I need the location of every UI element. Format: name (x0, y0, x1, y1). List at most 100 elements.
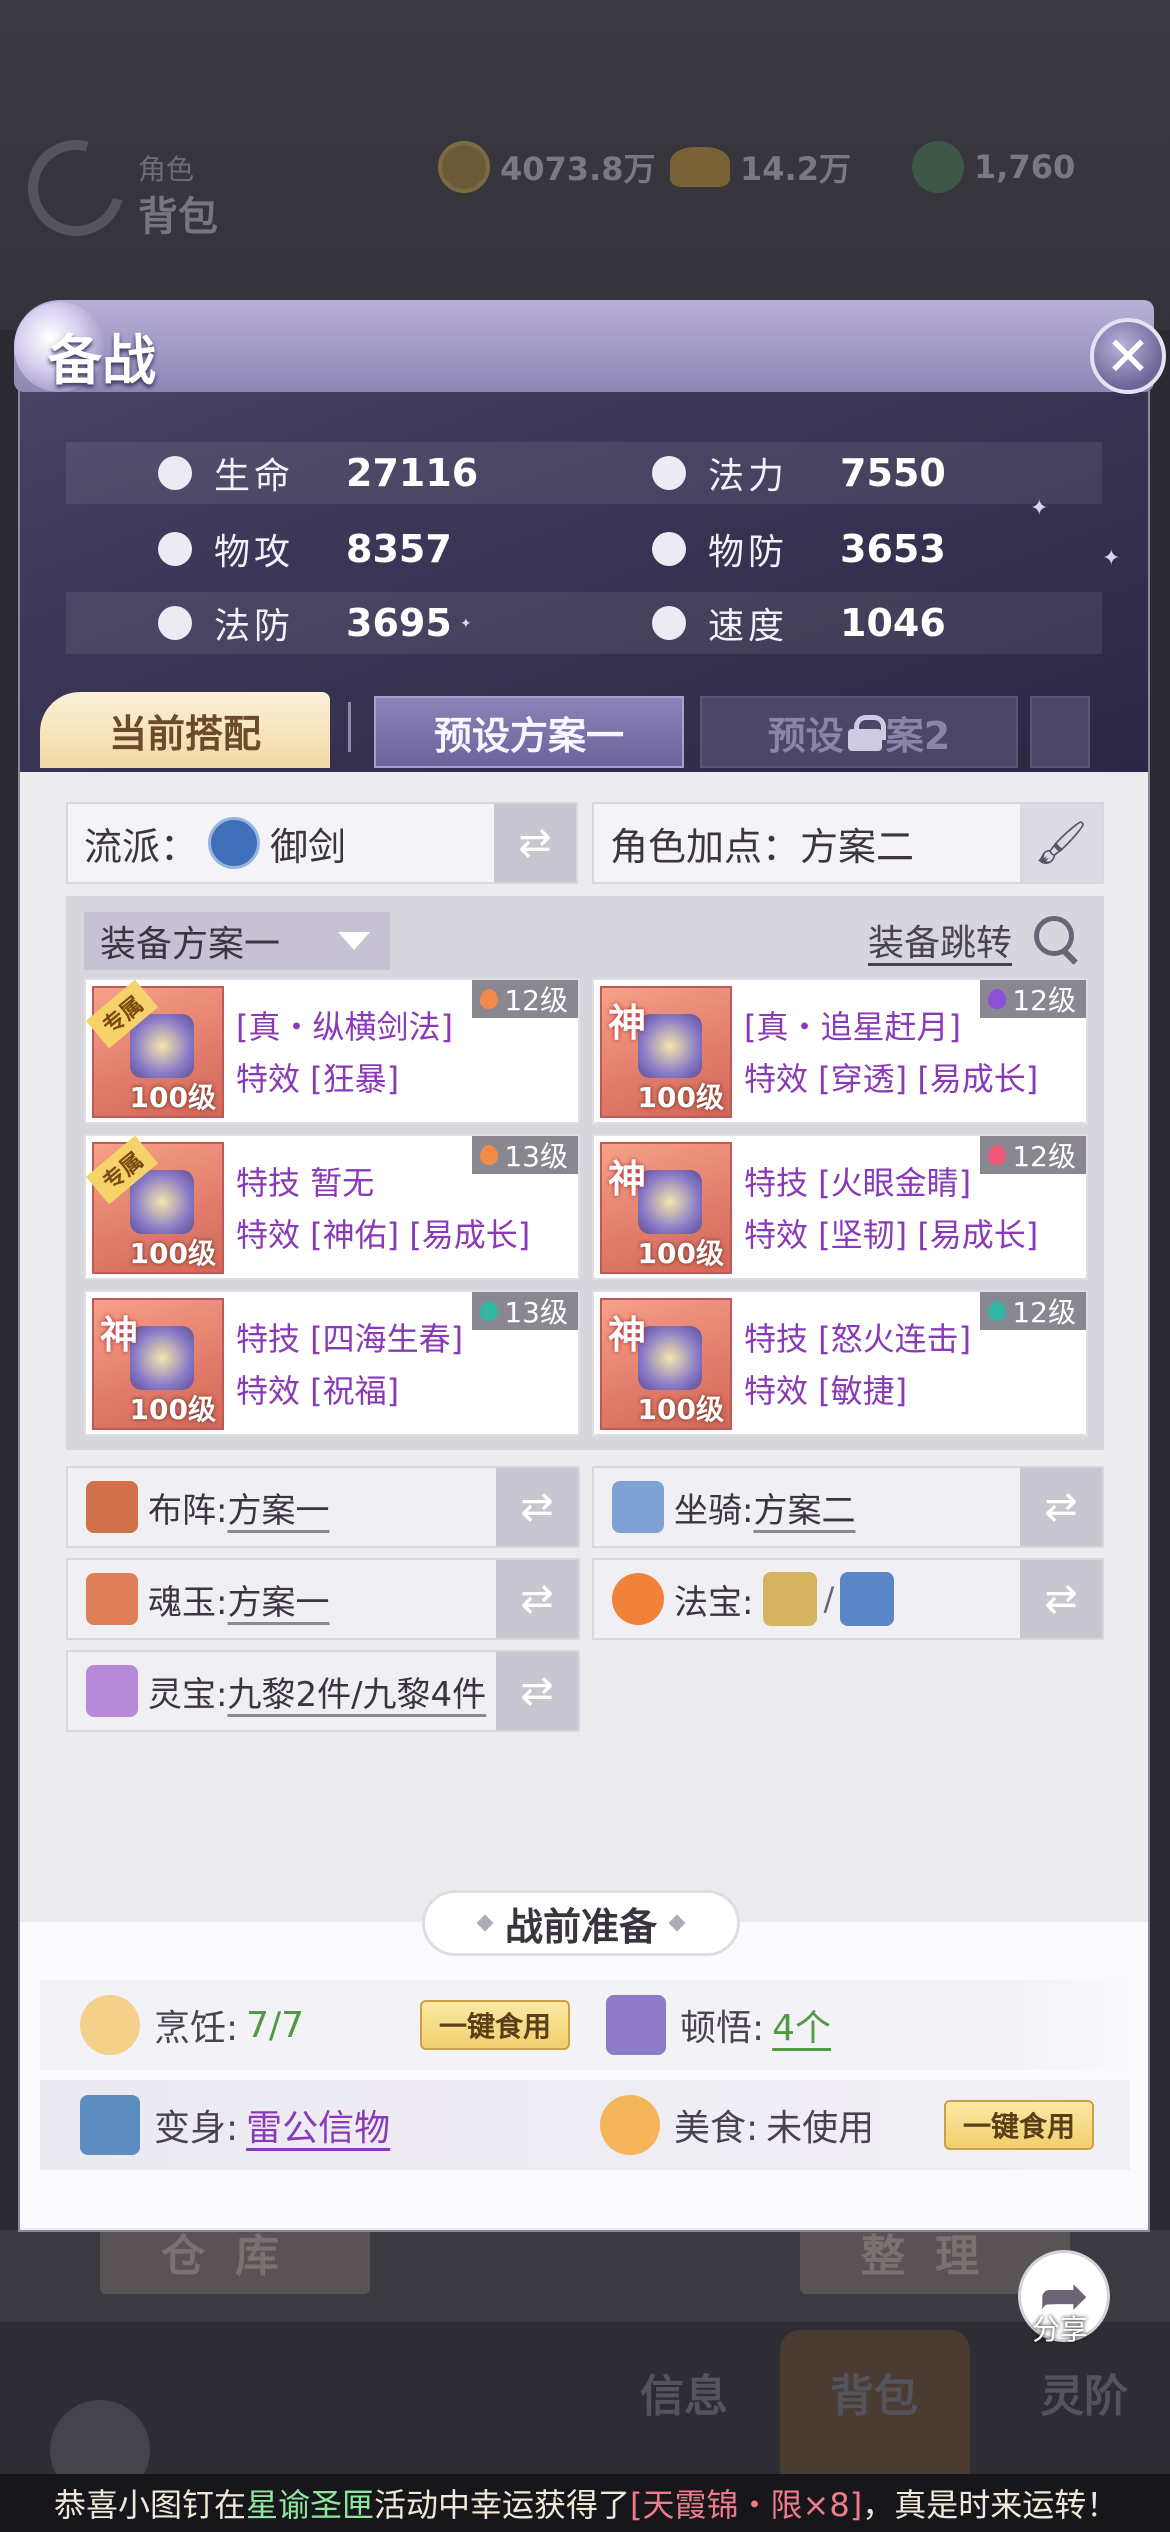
gem-level-badge: 12级 (980, 1292, 1086, 1330)
spirit-switch-button[interactable]: ⇄ (496, 1652, 578, 1730)
bg-title-big: 背包 (138, 194, 218, 240)
tab-more[interactable] (1030, 696, 1090, 768)
stat-patk: 物攻 8357 (158, 518, 452, 580)
formation-row: 布阵: 方案一 ⇄ (66, 1466, 580, 1548)
swap-icon: ⇄ (520, 1576, 554, 1622)
swap-icon: ⇄ (1044, 1576, 1078, 1622)
equipment-slot-5[interactable]: 神 100级 13级 特技 [四海生春] 特效 [祝福] (84, 1290, 580, 1436)
cooking-item: 烹饪: 7/7 (80, 1980, 304, 2070)
tab-preset-1[interactable]: 预设方案一 (374, 696, 684, 768)
attribute-points-row: 角色加点： 方案二 🖌 (592, 802, 1104, 884)
search-icon[interactable] (1034, 916, 1074, 956)
coin-icon (438, 141, 490, 193)
magic-shield-icon (158, 606, 192, 640)
tab-preset-2[interactable]: 预设 案2 (700, 696, 1018, 768)
equipment-slot-6[interactable]: 神 100级 12级 特技 [怒火连击] 特效 [敏捷] (592, 1290, 1088, 1436)
sparkle-icon: ✦ (1102, 546, 1121, 571)
soul-jade-switch-button[interactable]: ⇄ (496, 1560, 578, 1638)
prep-title: 战前准备 (422, 1890, 740, 1956)
gem-icon (988, 1145, 1007, 1165)
treasure-row: 法宝: / ⇄ (592, 1558, 1104, 1640)
eat-food-button[interactable]: 一键食用 (944, 2100, 1094, 2150)
bg-title-small: 角色 (138, 153, 195, 186)
fire-treasure-icon (612, 1573, 664, 1625)
transform-item: 变身: 雷公信物 (80, 2080, 390, 2170)
swap-icon: ⇄ (518, 820, 552, 866)
soul-jade-value[interactable]: 方案一 (227, 1575, 329, 1624)
twin-swords-icon[interactable] (763, 1572, 818, 1626)
gem-level-badge: 13级 (472, 1292, 578, 1330)
lock-icon (847, 715, 886, 751)
sword-icon (158, 532, 192, 566)
equip-effect: 特效 [敏捷] (744, 1372, 908, 1410)
gem-icon (480, 989, 499, 1009)
swirl-icon (652, 456, 686, 490)
boot-icon (652, 606, 686, 640)
equipment-slot-2[interactable]: 神 100级 12级 [真・追星赶月] 特效 [穿透] [易成长] (592, 978, 1088, 1124)
stat-mdef: 法防 3695 (158, 592, 452, 654)
equip-skill: [真・追星赶月] (744, 1008, 961, 1046)
edit-points-button[interactable]: 🖌 (1020, 804, 1102, 882)
blue-bell-icon[interactable] (840, 1572, 895, 1626)
dumpling-icon (80, 1995, 140, 2055)
chevron-down-icon (338, 932, 370, 950)
shield-icon (652, 532, 686, 566)
equipment-slot-3[interactable]: 专属 100级 13级 特技 暂无 特效 [神佑] [易成长] (84, 1134, 580, 1280)
equipment-slot-4[interactable]: 神 100级 12级 特技 [火眼金睛] 特效 [坚韧] [易成长] (592, 1134, 1088, 1280)
mount-row: 坐骑: 方案二 ⇄ (592, 1466, 1104, 1548)
gem-icon (480, 1301, 499, 1321)
nav-info[interactable]: 信息 (640, 2360, 728, 2424)
equip-effect: 特效 [祝福] (236, 1372, 400, 1410)
eat-all-button[interactable]: 一键食用 (420, 2000, 570, 2050)
equip-effect: 特效 [坚韧] [易成长] (744, 1216, 1039, 1254)
tab-current[interactable]: 当前搭配 (40, 692, 330, 768)
formation-value[interactable]: 方案一 (227, 1483, 329, 1532)
heart-icon (158, 456, 192, 490)
formation-switch-button[interactable]: ⇄ (496, 1468, 578, 1546)
stat-pdef: 物防 3653 (652, 518, 946, 580)
equipment-image: 神 100级 (600, 986, 732, 1118)
tab-divider (348, 702, 351, 752)
modal-title: 备战 (48, 329, 156, 392)
faction-row: 流派： 御剑 ⇄ (66, 802, 578, 884)
soul-jade-row: 魂玉: 方案一 ⇄ (66, 1558, 580, 1640)
spirit-treasure-value[interactable]: 九黎2件/九黎4件 (227, 1667, 486, 1716)
equip-skill: 特技 [四海生春] (236, 1320, 464, 1358)
swap-icon: ⇄ (1044, 1484, 1078, 1530)
equipment-slot-1[interactable]: 专属 100级 12级 [真・纵横剑法] 特效 [狂暴] (84, 978, 580, 1124)
equip-skill: 特技 [火眼金睛] (744, 1164, 972, 1202)
helmet-icon (638, 1014, 702, 1078)
resource-jade: 1,760 (912, 141, 1075, 193)
equip-skill: 特技 [怒火连击] (744, 1320, 972, 1358)
equipment-image: 专属 100级 (85, 979, 224, 1118)
boots-icon (638, 1326, 702, 1390)
close-button[interactable]: ✕ (1090, 318, 1166, 394)
sword-faction-icon (208, 817, 261, 869)
diamond-icon (476, 1914, 494, 1932)
brush-icon: 🖌 (1034, 818, 1088, 867)
faction-switch-button[interactable]: ⇄ (494, 804, 576, 882)
equip-jump-link[interactable]: 装备跳转 (868, 914, 1012, 966)
equip-plan-dropdown[interactable]: 装备方案一 (84, 912, 390, 970)
treasure-switch-button[interactable]: ⇄ (1020, 1560, 1102, 1638)
prep-panel (20, 1922, 1148, 2228)
equip-effect: 特效 [穿透] [易成长] (744, 1060, 1039, 1098)
stat-mp: 法力 7550 (652, 442, 946, 504)
modal-title-bar (14, 300, 1154, 392)
mount-switch-button[interactable]: ⇄ (1020, 1468, 1102, 1546)
food-item: 美食: 未使用 (600, 2080, 874, 2170)
belt-icon (130, 1326, 194, 1390)
share-label: 分享 (1032, 2313, 1089, 2346)
nav-rank[interactable]: 灵阶 (1040, 2360, 1128, 2424)
book-icon (606, 1995, 666, 2055)
swap-icon: ⇄ (520, 1484, 554, 1530)
ingot-icon (670, 147, 730, 187)
umbrella-icon (80, 2095, 140, 2155)
mount-value[interactable]: 方案二 (753, 1483, 855, 1532)
close-icon: ✕ (1105, 324, 1151, 388)
weapon-icon (130, 1014, 194, 1078)
nav-bag[interactable]: 背包 (830, 2360, 918, 2424)
equipment-image: 神 100级 (600, 1142, 732, 1274)
jade-icon (912, 141, 964, 193)
diamond-icon (668, 1914, 686, 1932)
